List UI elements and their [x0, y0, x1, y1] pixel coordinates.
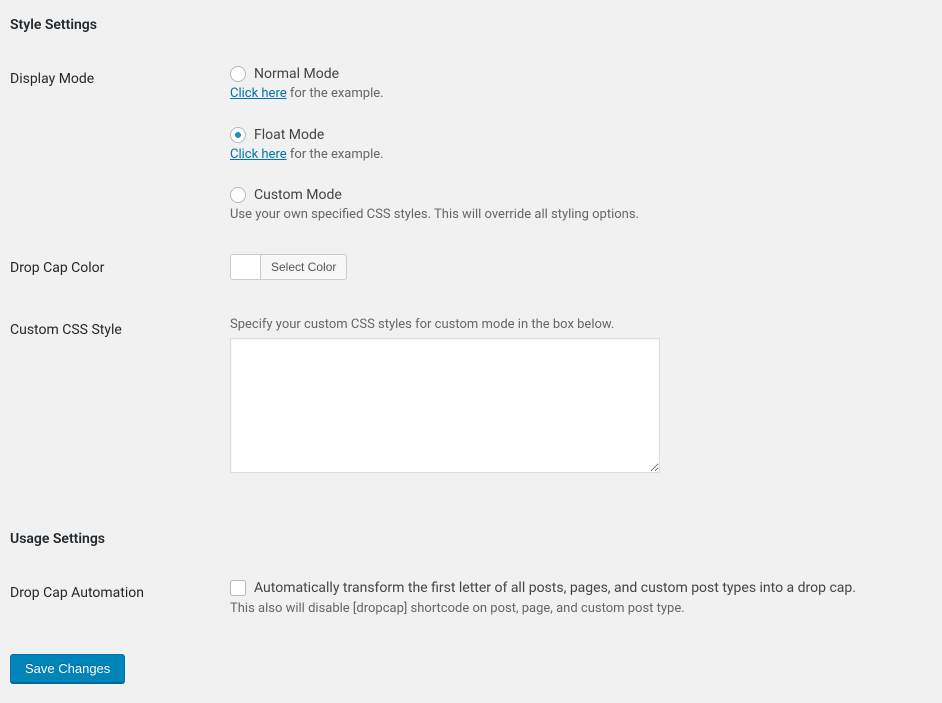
normal-mode-label: Normal Mode: [254, 65, 339, 83]
normal-mode-desc-suffix: for the example.: [287, 86, 384, 101]
float-mode-option[interactable]: Float Mode: [230, 126, 922, 144]
color-picker[interactable]: Select Color: [230, 254, 347, 280]
custom-mode-radio[interactable]: [230, 187, 246, 203]
custom-css-textarea[interactable]: [230, 338, 660, 473]
custom-mode-desc: Use your own specified CSS styles. This …: [230, 206, 922, 224]
float-mode-radio[interactable]: [230, 127, 246, 143]
automation-checkbox-label[interactable]: Automatically transform the first letter…: [230, 579, 922, 597]
float-mode-example-link[interactable]: Click here: [230, 147, 287, 162]
float-mode-desc-suffix: for the example.: [287, 147, 384, 162]
normal-mode-example-link[interactable]: Click here: [230, 86, 287, 101]
drop-cap-color-label: Drop Cap Color: [10, 239, 230, 300]
custom-css-desc: Specify your custom CSS styles for custo…: [230, 316, 922, 334]
float-mode-label: Float Mode: [254, 126, 324, 144]
custom-css-label: Custom CSS Style: [10, 301, 230, 494]
normal-mode-radio[interactable]: [230, 66, 246, 82]
save-changes-button[interactable]: Save Changes: [10, 654, 125, 683]
custom-mode-option[interactable]: Custom Mode: [230, 186, 922, 204]
normal-mode-option[interactable]: Normal Mode: [230, 65, 922, 83]
style-settings-heading: Style Settings: [10, 16, 932, 34]
automation-checkbox-text: Automatically transform the first letter…: [254, 579, 856, 597]
drop-cap-automation-label: Drop Cap Automation: [10, 564, 230, 633]
select-color-button[interactable]: Select Color: [261, 255, 346, 279]
display-mode-label: Display Mode: [10, 50, 230, 239]
automation-checkbox[interactable]: [230, 580, 246, 596]
automation-desc: This also will disable [dropcap] shortco…: [230, 600, 922, 618]
color-swatch[interactable]: [231, 255, 261, 279]
usage-settings-heading: Usage Settings: [10, 530, 932, 548]
custom-mode-label: Custom Mode: [254, 186, 342, 204]
